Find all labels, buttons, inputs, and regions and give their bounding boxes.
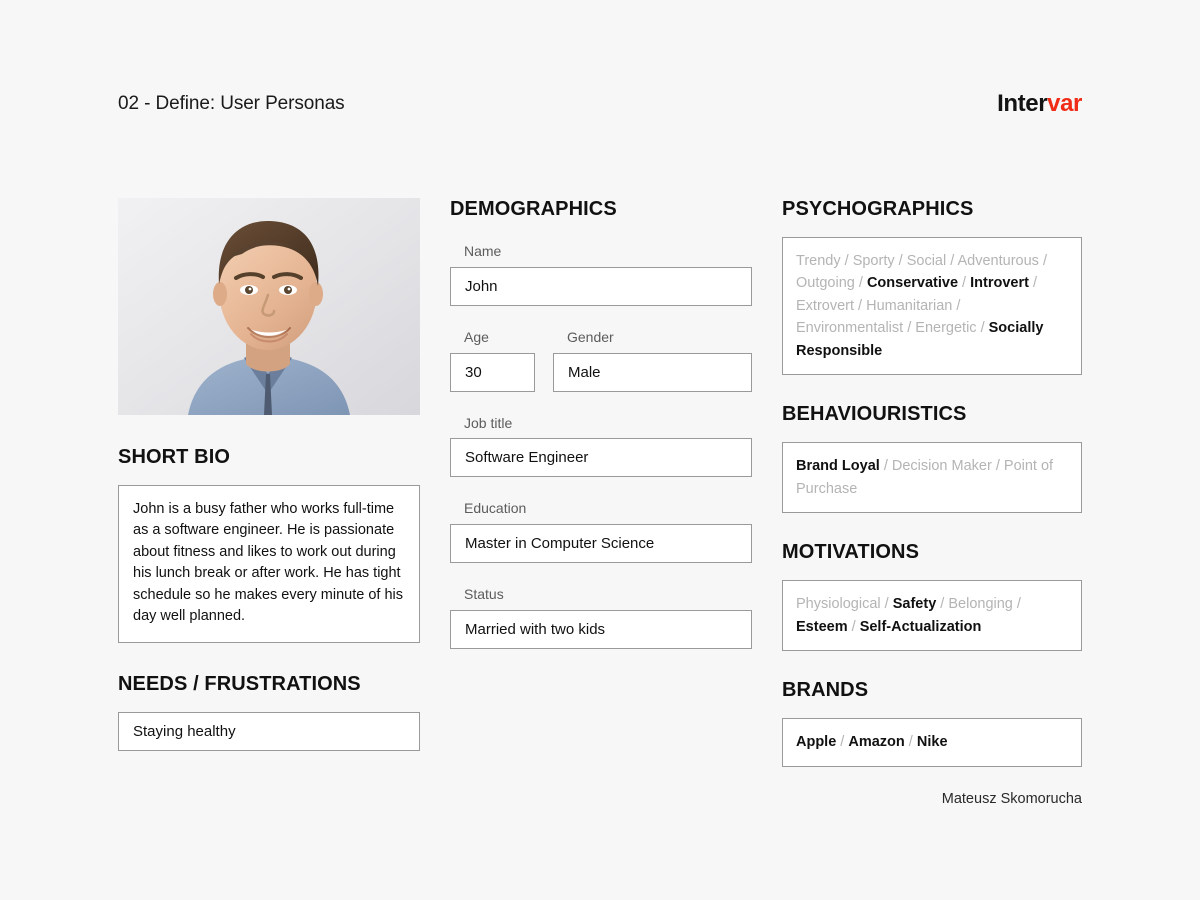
author-credit: Mateusz Skomorucha — [941, 791, 1082, 807]
gender-field: Gender Male — [553, 329, 752, 392]
logo-text-accent: var — [1047, 90, 1082, 117]
tag-separator: / — [1028, 275, 1038, 292]
tag-item: Outgoing — [796, 275, 855, 292]
headshot-illustration — [118, 198, 420, 415]
brands-title: BRANDS — [782, 679, 869, 702]
gender-label: Gender — [567, 328, 614, 345]
tag-item: Introvert — [970, 275, 1029, 292]
tag-item: Belonging — [948, 596, 1013, 613]
tag-item: Esteem — [796, 618, 848, 635]
persona-slide: 02 - Define: User Personas Intervar SHOR… — [0, 0, 1200, 900]
tag-item: Safety — [892, 596, 937, 613]
needs-frustrations-title: NEEDS / FRUSTRATIONS — [118, 672, 361, 695]
tag-item: Energetic — [915, 320, 977, 337]
behaviouristics-box[interactable]: Brand Loyal / Decision Maker / Point of … — [782, 442, 1082, 514]
persona-photo — [118, 198, 420, 415]
behaviouristics-title: BEHAVIOURISTICS — [782, 403, 967, 426]
tag-separator: / — [976, 320, 989, 337]
tag-separator: / — [991, 458, 1004, 475]
job-title-label: Job title — [464, 414, 513, 431]
tag-item: Nike — [916, 734, 948, 751]
tag-item: Environmentalist — [796, 320, 904, 337]
age-gender-row: Age 30 Gender Male — [450, 329, 752, 392]
tag-item: Conservative — [866, 275, 959, 292]
age-label: Age — [464, 328, 489, 345]
tag-separator: / — [854, 275, 867, 292]
status-field: Status Married with two kids — [450, 586, 752, 649]
tag-item: Amazon — [848, 734, 905, 751]
gender-input[interactable]: Male — [553, 352, 752, 392]
job-title-input[interactable]: Software Engineer — [450, 438, 752, 478]
age-input[interactable]: 30 — [450, 352, 535, 392]
psychographics-box[interactable]: Trendy / Sporty / Social / Adventurous /… — [782, 237, 1082, 376]
needs-frustrations-box[interactable]: Staying healthy — [118, 711, 420, 751]
tag-separator: / — [952, 297, 961, 314]
left-column: SHORT BIO John is a busy father who work… — [118, 198, 420, 751]
tag-separator: / — [946, 253, 958, 269]
name-field: Name John — [450, 243, 752, 306]
brand-logo: Intervar — [997, 90, 1082, 118]
education-input[interactable]: Master in Computer Science — [450, 524, 752, 564]
tag-item: Decision Maker — [891, 458, 992, 475]
tag-item: Adventurous — [957, 253, 1039, 269]
demographics-column: DEMOGRAPHICS Name John Age 30 Gender Mal… — [450, 198, 752, 649]
tag-item: Apple — [796, 734, 837, 751]
job-title-field: Job title Software Engineer — [450, 415, 752, 478]
tag-item: Self-Actualization — [859, 618, 982, 635]
right-column: PSYCHOGRAPHICS Trendy / Sporty / Social … — [782, 198, 1082, 767]
tag-item: Brand Loyal — [796, 458, 880, 475]
tag-separator: / — [879, 458, 892, 475]
logo-text-primary: Inter — [997, 90, 1048, 117]
tag-separator: / — [1012, 596, 1021, 613]
status-label: Status — [464, 586, 504, 603]
motivations-box[interactable]: Physiological / Safety / Belonging / Est… — [782, 580, 1082, 652]
tag-separator: / — [1038, 253, 1047, 269]
tag-separator: / — [904, 734, 917, 751]
status-input[interactable]: Married with two kids — [450, 609, 752, 649]
short-bio-title: SHORT BIO — [118, 446, 231, 468]
tag-separator: / — [958, 275, 971, 292]
name-input[interactable]: John — [450, 266, 752, 306]
tag-separator: / — [936, 596, 949, 613]
name-label: Name — [464, 243, 502, 259]
tag-separator: / — [903, 320, 916, 337]
tag-item: Extrovert — [796, 297, 855, 314]
age-field: Age 30 — [450, 329, 535, 392]
demographics-title: DEMOGRAPHICS — [450, 198, 617, 220]
tag-separator: / — [840, 253, 853, 269]
tag-item: Social — [906, 253, 947, 269]
brands-box[interactable]: Apple / Amazon / Nike — [782, 718, 1082, 767]
tag-item: Physiological — [796, 596, 881, 613]
slide-header: 02 - Define: User Personas Intervar — [118, 86, 1082, 122]
tag-separator: / — [894, 253, 907, 269]
psychographics-title: PSYCHOGRAPHICS — [782, 198, 974, 220]
tag-separator: / — [847, 618, 860, 635]
education-label: Education — [464, 500, 527, 517]
tag-item: Sporty — [852, 253, 895, 269]
short-bio-box[interactable]: John is a busy father who works full-tim… — [118, 485, 420, 643]
tag-separator: / — [880, 596, 893, 613]
education-field: Education Master in Computer Science — [450, 500, 752, 564]
tag-separator: / — [854, 297, 867, 314]
tag-item: Humanitarian — [866, 297, 953, 314]
tag-separator: / — [836, 734, 849, 751]
motivations-title: MOTIVATIONS — [782, 541, 920, 564]
tag-item: Trendy — [796, 253, 841, 269]
page-title: 02 - Define: User Personas — [118, 93, 345, 114]
